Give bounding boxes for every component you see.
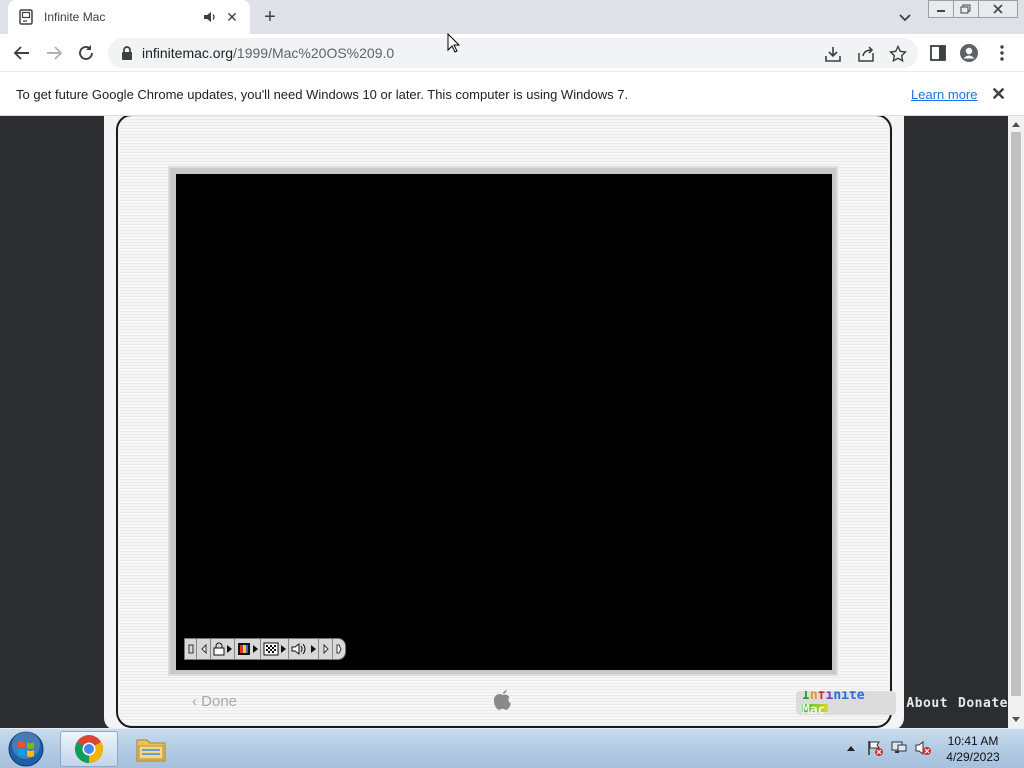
- address-bar[interactable]: infinitemac.org/1999/Mac%20OS%209.0: [108, 38, 918, 68]
- reload-button[interactable]: [75, 42, 97, 64]
- system-clock[interactable]: 10:41 AM 4/29/2023: [940, 733, 1006, 765]
- clock-date: 4/29/2023: [946, 750, 1000, 764]
- restore-button[interactable]: [953, 0, 979, 18]
- lock-icon[interactable]: [120, 45, 134, 61]
- apple-logo-icon: [492, 688, 514, 712]
- chrome-icon: [75, 735, 103, 763]
- tab-infinite-mac[interactable]: Infinite Mac ✕: [8, 0, 250, 34]
- taskbar-explorer[interactable]: [122, 731, 180, 767]
- forward-button[interactable]: [43, 42, 65, 64]
- infobar-message: To get future Google Chrome updates, you…: [16, 87, 629, 102]
- action-center-flag-icon[interactable]: [866, 739, 884, 757]
- clock-time: 10:41 AM: [947, 734, 999, 748]
- menu-kebab-icon[interactable]: [992, 43, 1012, 63]
- infinite-mac-logo-text: Infinite Mac: [802, 691, 865, 715]
- bookmark-star-icon[interactable]: [888, 44, 908, 63]
- learn-more-link[interactable]: Learn more: [911, 87, 977, 102]
- minimize-button[interactable]: [928, 0, 954, 18]
- start-button[interactable]: [6, 731, 46, 767]
- url-text: infinitemac.org/1999/Mac%20OS%209.0: [142, 45, 395, 61]
- network-icon[interactable]: [890, 739, 908, 757]
- window-controls: [928, 0, 1018, 18]
- back-button[interactable]: [11, 42, 33, 64]
- browser-toolbar: infinitemac.org/1999/Mac%20OS%209.0: [0, 34, 1024, 71]
- mac-favicon-icon: [18, 9, 34, 25]
- control-strip-scroll-right[interactable]: [319, 639, 333, 659]
- profile-avatar-icon[interactable]: [959, 43, 979, 63]
- speaker-icon[interactable]: [202, 9, 218, 25]
- share-icon[interactable]: [857, 45, 875, 63]
- install-app-icon[interactable]: [824, 45, 842, 63]
- sound-volume-icon[interactable]: [289, 639, 319, 659]
- donate-link[interactable]: Donate: [958, 696, 1008, 711]
- scroll-down-icon[interactable]: [1012, 717, 1020, 722]
- close-window-button[interactable]: [978, 0, 1018, 18]
- side-panel-icon[interactable]: [928, 43, 948, 63]
- show-hidden-icons-icon[interactable]: [842, 739, 860, 757]
- taskbar-chrome[interactable]: [60, 731, 118, 767]
- page-scrollbar[interactable]: [1008, 116, 1024, 728]
- volume-muted-icon[interactable]: [914, 739, 932, 757]
- scroll-up-icon[interactable]: [1012, 122, 1020, 127]
- tab-strip: Infinite Mac ✕ +: [0, 0, 1024, 34]
- windows-taskbar: 10:41 AM 4/29/2023: [0, 728, 1024, 768]
- about-link[interactable]: About: [906, 696, 948, 711]
- tab-title: Infinite Mac: [44, 10, 106, 24]
- infinite-mac-logo[interactable]: Infinite Mac: [796, 691, 897, 715]
- scrollbar-thumb[interactable]: [1011, 132, 1021, 696]
- lock-icon-module[interactable]: [211, 639, 235, 659]
- control-strip-handle[interactable]: [185, 639, 197, 659]
- control-strip-scroll-left[interactable]: [197, 639, 211, 659]
- infobar-close-icon[interactable]: ✕: [991, 84, 1006, 105]
- mouse-cursor-icon: [447, 32, 461, 53]
- page-content: ‹ Done Infinite Mac About Donate: [0, 116, 1008, 728]
- done-button[interactable]: ‹ Done: [192, 693, 237, 710]
- control-strip[interactable]: [184, 638, 346, 660]
- resolution-icon[interactable]: [261, 639, 289, 659]
- folder-icon: [136, 739, 166, 762]
- new-tab-button[interactable]: +: [258, 6, 282, 28]
- update-infobar: To get future Google Chrome updates, you…: [0, 71, 1024, 116]
- tab-close-icon[interactable]: ✕: [224, 9, 240, 25]
- monitor-bit-depth-icon[interactable]: [235, 639, 261, 659]
- chevron-down-icon[interactable]: [895, 8, 915, 26]
- control-strip-tab[interactable]: [333, 639, 345, 659]
- footer-links: Infinite Mac About Donate: [796, 690, 1008, 716]
- emulator-screen[interactable]: [176, 174, 832, 670]
